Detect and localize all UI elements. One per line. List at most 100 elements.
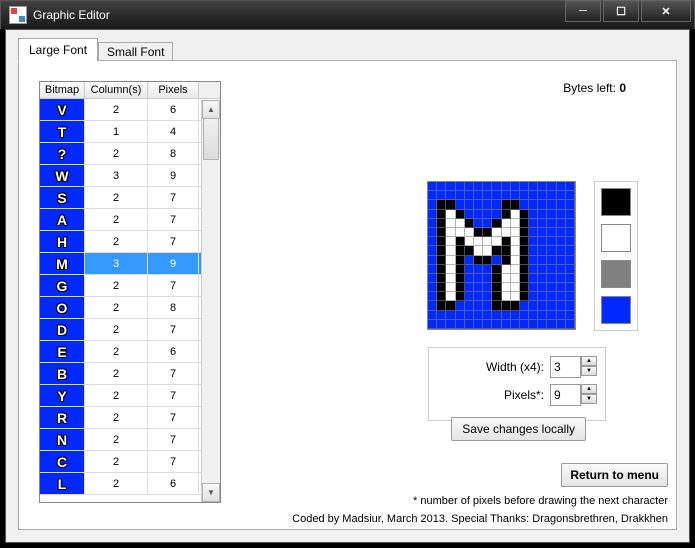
pixel[interactable] <box>456 237 465 246</box>
pixel[interactable] <box>566 320 575 329</box>
pixel[interactable] <box>502 237 511 246</box>
pixel[interactable] <box>529 311 538 320</box>
maximize-button[interactable]: ☐ <box>603 0 639 22</box>
pixel[interactable] <box>529 274 538 283</box>
pixel[interactable] <box>547 210 556 219</box>
pixel[interactable] <box>428 246 437 255</box>
pixel[interactable] <box>538 182 547 191</box>
pixel[interactable] <box>483 182 492 191</box>
pixel[interactable] <box>465 219 474 228</box>
pixel[interactable] <box>428 210 437 219</box>
pixel[interactable] <box>520 210 529 219</box>
pixel[interactable] <box>437 246 446 255</box>
pixel[interactable] <box>566 191 575 200</box>
pixel[interactable] <box>566 219 575 228</box>
table-row[interactable]: ?28 <box>40 143 220 165</box>
pixel[interactable] <box>456 200 465 209</box>
pixel[interactable] <box>456 191 465 200</box>
pixel[interactable] <box>502 301 511 310</box>
pixel[interactable] <box>547 219 556 228</box>
pixel[interactable] <box>529 191 538 200</box>
pixel[interactable] <box>446 246 455 255</box>
close-button[interactable]: ✕ <box>641 0 691 22</box>
pixel[interactable] <box>446 210 455 219</box>
pixel[interactable] <box>437 210 446 219</box>
table-row[interactable]: S27 <box>40 187 220 209</box>
pixel[interactable] <box>492 182 501 191</box>
pixel[interactable] <box>437 200 446 209</box>
pixel[interactable] <box>538 292 547 301</box>
pixel[interactable] <box>483 256 492 265</box>
pixel[interactable] <box>557 210 566 219</box>
pixel[interactable] <box>492 210 501 219</box>
pixel[interactable] <box>465 292 474 301</box>
pixel[interactable] <box>529 182 538 191</box>
pixel[interactable] <box>474 228 483 237</box>
pixel[interactable] <box>511 182 520 191</box>
pixel[interactable] <box>502 200 511 209</box>
pixel[interactable] <box>538 200 547 209</box>
width-spin-down[interactable]: ▼ <box>581 366 597 376</box>
pixel[interactable] <box>547 320 556 329</box>
pixel[interactable] <box>529 292 538 301</box>
pixel[interactable] <box>538 191 547 200</box>
pixel[interactable] <box>428 320 437 329</box>
table-row[interactable]: W39 <box>40 165 220 187</box>
pixel[interactable] <box>538 228 547 237</box>
pixel[interactable] <box>566 283 575 292</box>
pixel[interactable] <box>538 320 547 329</box>
pixel[interactable] <box>566 292 575 301</box>
pixel[interactable] <box>502 191 511 200</box>
pixel[interactable] <box>566 274 575 283</box>
pixel[interactable] <box>511 219 520 228</box>
table-row[interactable]: R27 <box>40 407 220 429</box>
pixel[interactable] <box>557 228 566 237</box>
pixel[interactable] <box>529 237 538 246</box>
pixel[interactable] <box>446 265 455 274</box>
pixel[interactable] <box>483 301 492 310</box>
pixel[interactable] <box>456 210 465 219</box>
pixel[interactable] <box>456 320 465 329</box>
pixel[interactable] <box>465 265 474 274</box>
pixel[interactable] <box>566 182 575 191</box>
pixel[interactable] <box>557 191 566 200</box>
pixel[interactable] <box>557 265 566 274</box>
pixel[interactable] <box>474 191 483 200</box>
table-row[interactable]: C27 <box>40 451 220 473</box>
pixel[interactable] <box>483 320 492 329</box>
pixel[interactable] <box>566 237 575 246</box>
width-input[interactable] <box>550 356 581 378</box>
pixel[interactable] <box>529 228 538 237</box>
pixel[interactable] <box>456 301 465 310</box>
pixel[interactable] <box>502 228 511 237</box>
pixel[interactable] <box>428 274 437 283</box>
pixel[interactable] <box>547 182 556 191</box>
pixel[interactable] <box>456 228 465 237</box>
pixel[interactable] <box>465 320 474 329</box>
pixel[interactable] <box>456 311 465 320</box>
pixel[interactable] <box>465 283 474 292</box>
scroll-up-icon[interactable]: ▲ <box>202 100 220 119</box>
pixel[interactable] <box>511 301 520 310</box>
pixel[interactable] <box>520 320 529 329</box>
pixel[interactable] <box>529 219 538 228</box>
pixel[interactable] <box>520 219 529 228</box>
pixel[interactable] <box>446 191 455 200</box>
pixel[interactable] <box>428 311 437 320</box>
pixel[interactable] <box>446 182 455 191</box>
pixel[interactable] <box>456 274 465 283</box>
pixel[interactable] <box>437 265 446 274</box>
pixel[interactable] <box>538 219 547 228</box>
pixel[interactable] <box>538 210 547 219</box>
pixel[interactable] <box>511 228 520 237</box>
table-row[interactable]: V26 <box>40 99 220 121</box>
pixel[interactable] <box>538 265 547 274</box>
pixel[interactable] <box>483 274 492 283</box>
save-button[interactable]: Save changes locally <box>451 417 586 441</box>
pixel-canvas[interactable] <box>427 181 576 330</box>
pixel[interactable] <box>492 311 501 320</box>
pixel[interactable] <box>547 301 556 310</box>
pixel[interactable] <box>483 311 492 320</box>
pixel[interactable] <box>474 274 483 283</box>
pixel[interactable] <box>547 256 556 265</box>
